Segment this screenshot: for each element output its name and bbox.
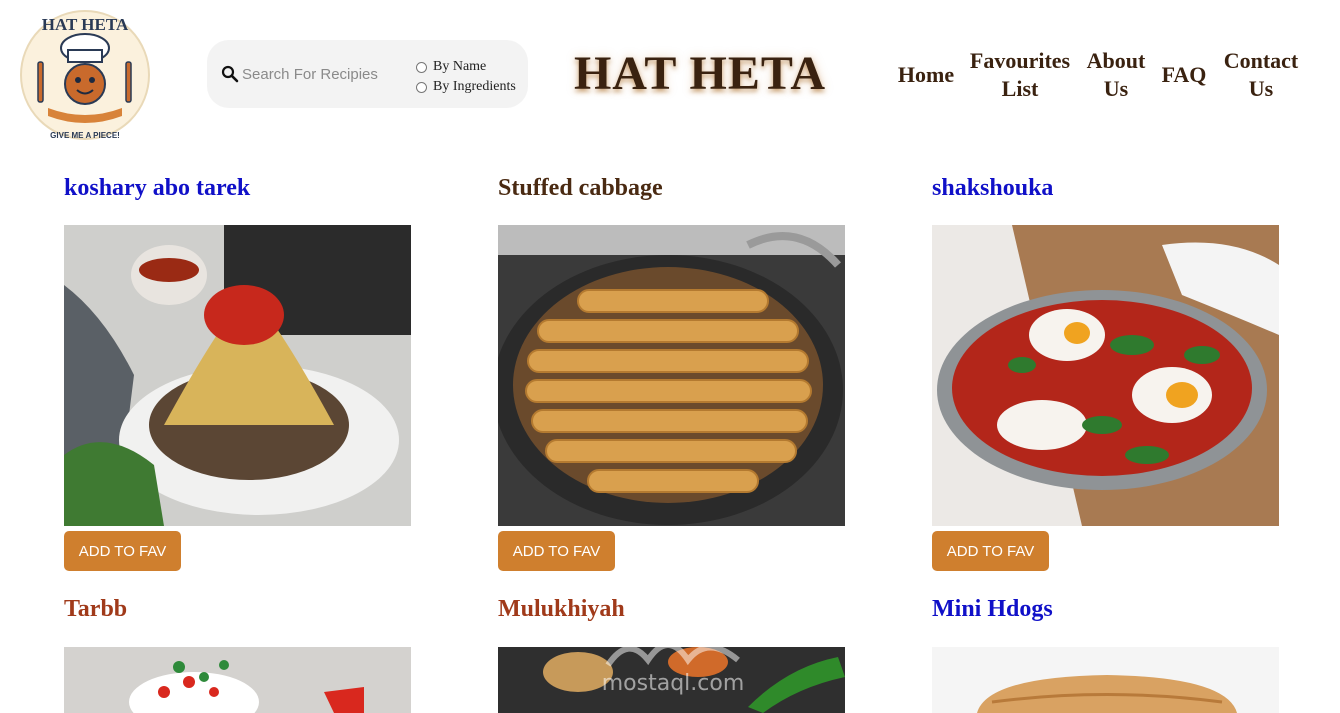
- recipe-title-shakshouka[interactable]: shakshouka: [932, 174, 1053, 202]
- add-to-fav-button-koshary[interactable]: ADD TO FAV: [64, 531, 181, 571]
- recipe-image-koshary[interactable]: [64, 225, 411, 526]
- nav-favourites-line1: Favourites: [969, 48, 1071, 73]
- add-to-fav-button-shakshouka[interactable]: ADD TO FAV: [932, 531, 1049, 571]
- recipe-image-stuffed-cabbage[interactable]: [498, 225, 845, 526]
- recipe-title-tarbb[interactable]: Tarbb: [64, 595, 127, 623]
- nav-faq[interactable]: FAQ: [1159, 61, 1209, 89]
- recipe-image-shakshouka[interactable]: [932, 225, 1279, 526]
- nav-contact-line1: Contact: [1223, 48, 1299, 73]
- search-mode-group: By Name By Ingredients: [416, 57, 516, 97]
- radio-by-name-dot[interactable]: [416, 61, 427, 73]
- radio-by-ingredients[interactable]: By Ingredients: [416, 77, 516, 97]
- nav-contact-line2: Us: [1248, 76, 1274, 101]
- search-icon[interactable]: [221, 65, 239, 83]
- logo[interactable]: HAT HETA GIVE ME A PIECE!: [18, 0, 152, 150]
- radio-by-name-label: By Name: [433, 59, 487, 74]
- radio-by-ingredients-dot[interactable]: [416, 81, 427, 93]
- nav-about-line1: About: [1086, 48, 1146, 73]
- recipe-image-mulukhiyah[interactable]: [498, 647, 845, 713]
- search-box: By Name By Ingredients: [207, 40, 528, 108]
- logo-text-top: HAT HETA: [42, 15, 129, 34]
- nav-favourites-line2: List: [1001, 76, 1039, 101]
- nav-home[interactable]: Home: [897, 61, 955, 89]
- site-title: HAT HETA: [573, 47, 827, 100]
- radio-by-name[interactable]: By Name: [416, 57, 516, 77]
- search-input[interactable]: [242, 62, 402, 86]
- radio-by-ingredients-label: By Ingredients: [433, 79, 516, 94]
- nav-favourites[interactable]: Favourites List: [968, 47, 1072, 103]
- recipe-title-mini-hdogs[interactable]: Mini Hdogs: [932, 595, 1053, 623]
- nav-about[interactable]: About Us: [1084, 47, 1148, 103]
- nav-about-line2: Us: [1103, 76, 1129, 101]
- nav-contact[interactable]: Contact Us: [1219, 47, 1303, 103]
- recipe-title-koshary[interactable]: koshary abo tarek: [64, 174, 250, 202]
- recipe-title-stuffed-cabbage[interactable]: Stuffed cabbage: [498, 174, 663, 202]
- logo-text-bottom: GIVE ME A PIECE!: [50, 131, 120, 140]
- nav-home-label: Home: [897, 62, 955, 87]
- recipe-image-mini-hdogs[interactable]: [932, 647, 1279, 713]
- add-to-fav-button-stuffed-cabbage[interactable]: ADD TO FAV: [498, 531, 615, 571]
- recipe-image-tarbb[interactable]: [64, 647, 411, 713]
- nav-faq-label: FAQ: [1161, 62, 1207, 87]
- recipe-title-mulukhiyah[interactable]: Mulukhiyah: [498, 595, 625, 623]
